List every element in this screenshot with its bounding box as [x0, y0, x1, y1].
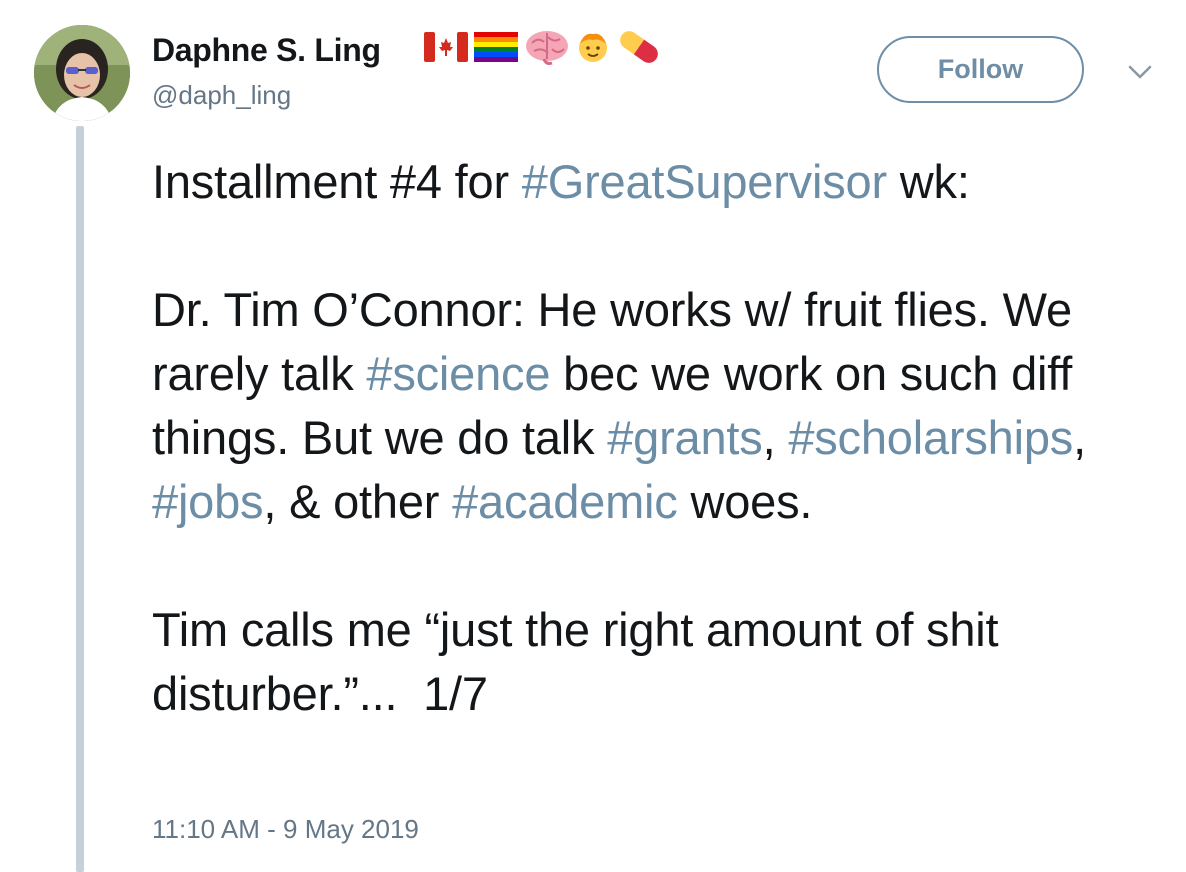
tweet-timestamp[interactable]: 11:10 AM - 9 May 2019 [152, 814, 419, 845]
text-segment: , [1073, 411, 1086, 464]
child-face-icon [576, 30, 610, 69]
canada-flag-icon [424, 31, 468, 67]
text-segment: Tim calls me “just the right amount of s… [152, 603, 1012, 720]
thread-connector-line [76, 126, 84, 872]
avatar-photo-icon [34, 25, 130, 121]
hashtag-link-grants[interactable]: #grants [607, 411, 763, 464]
tweet-paragraph: Tim calls me “just the right amount of s… [152, 598, 1162, 726]
text-segment: , & other [263, 475, 453, 528]
text-segment: wk: [886, 155, 970, 208]
brain-icon [524, 29, 570, 70]
follow-button[interactable]: Follow [877, 36, 1084, 103]
chevron-down-icon[interactable] [1126, 62, 1154, 82]
pill-icon [616, 27, 662, 72]
hashtag-link-jobs[interactable]: #jobs [152, 475, 264, 528]
hashtag-link-science[interactable]: #science [366, 347, 550, 400]
author-handle[interactable]: @daph_ling [152, 80, 291, 111]
tweet-paragraph: Installment #4 for #GreatSupervisor wk: [152, 150, 1162, 214]
text-segment: , [762, 411, 789, 464]
hashtag-link-scholarships[interactable]: #scholarships [788, 411, 1073, 464]
text-segment: Installment #4 for [152, 155, 522, 208]
avatar[interactable] [34, 25, 130, 121]
text-segment: woes. [677, 475, 813, 528]
hashtag-link-academic[interactable]: #academic [452, 475, 678, 528]
rainbow-flag-icon [474, 31, 518, 67]
hashtag-link-greatsupervisor[interactable]: #GreatSupervisor [522, 155, 887, 208]
author-display-name[interactable]: Daphne S. Ling [152, 32, 381, 69]
tweet-paragraph: Dr. Tim O’Connor: He works w/ fruit flie… [152, 278, 1162, 534]
tweet-text: Installment #4 for #GreatSupervisor wk: … [152, 150, 1162, 726]
name-emoji-group [424, 28, 662, 70]
